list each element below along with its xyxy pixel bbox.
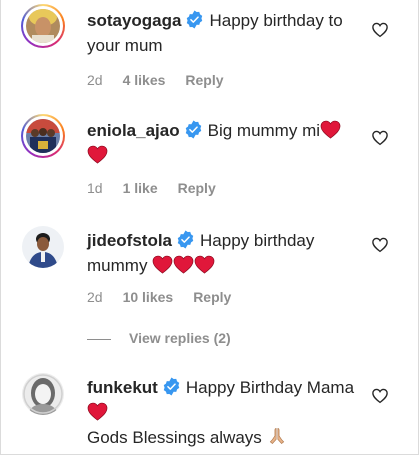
verified-badge-icon — [162, 377, 181, 396]
comment-meta: 1d 1 like Reply — [87, 180, 236, 196]
likes-count[interactable]: 1 like — [123, 180, 158, 196]
comment-text: sotayogaga Happy birthday to your mum — [87, 8, 357, 58]
likes-count[interactable]: 4 likes — [123, 72, 166, 88]
comment-meta: 2d 10 likes Reply — [87, 289, 251, 305]
heart-emoji-icon — [320, 120, 341, 139]
praying-hands-icon — [269, 428, 284, 444]
avatar-image — [26, 119, 60, 153]
timestamp[interactable]: 2d — [87, 72, 103, 88]
comment-body-continued: Gods Blessings always — [87, 428, 262, 447]
comment-text: jideofstola Happy birthday mummy — [87, 228, 357, 278]
avatar-image — [26, 9, 60, 43]
comment-body: Happy birthday to — [209, 11, 343, 30]
comment-body-continued: your mum — [87, 36, 163, 55]
view-replies-label[interactable]: View replies (2) — [129, 330, 231, 346]
comment-body: Happy Birthday Mama — [185, 378, 355, 397]
comment-meta: 2d 4 likes Reply — [87, 72, 244, 88]
comment-body: Big mummy mi — [207, 121, 321, 140]
avatar[interactable] — [22, 373, 64, 415]
avatar[interactable] — [22, 226, 64, 268]
replies-divider-line — [87, 338, 111, 340]
heart-emoji-icon — [87, 145, 108, 164]
verified-badge-icon — [176, 230, 195, 249]
like-heart-icon[interactable] — [371, 387, 389, 405]
username[interactable]: funkekut — [87, 378, 158, 397]
heart-emoji-icon — [173, 255, 194, 274]
heart-emoji-icon — [194, 255, 215, 274]
verified-badge-icon — [185, 10, 204, 29]
heart-emoji-icon — [152, 255, 173, 274]
username[interactable]: sotayogaga — [87, 11, 181, 30]
comment-text: funkekut Happy Birthday Mama Gods Blessin… — [87, 375, 357, 450]
reply-button[interactable]: Reply — [178, 180, 216, 196]
like-heart-icon[interactable] — [371, 21, 389, 39]
reply-button[interactable]: Reply — [193, 289, 231, 305]
comment-body-continued: mummy — [87, 256, 148, 275]
heart-emoji-icon — [87, 402, 108, 421]
likes-count[interactable]: 10 likes — [123, 289, 174, 305]
timestamp[interactable]: 1d — [87, 180, 103, 196]
username[interactable]: jideofstola — [87, 231, 172, 250]
like-heart-icon[interactable] — [371, 236, 389, 254]
username[interactable]: eniola_ajao — [87, 121, 180, 140]
comment-body: Happy birthday — [200, 231, 315, 250]
avatar[interactable] — [21, 114, 65, 158]
avatar[interactable] — [21, 4, 65, 48]
comment-text: eniola_ajao Big mummy mi — [87, 118, 357, 168]
like-heart-icon[interactable] — [371, 129, 389, 147]
view-replies-button[interactable]: View replies (2) — [87, 330, 231, 346]
reply-button[interactable]: Reply — [185, 72, 223, 88]
verified-badge-icon — [184, 120, 203, 139]
timestamp[interactable]: 2d — [87, 289, 103, 305]
